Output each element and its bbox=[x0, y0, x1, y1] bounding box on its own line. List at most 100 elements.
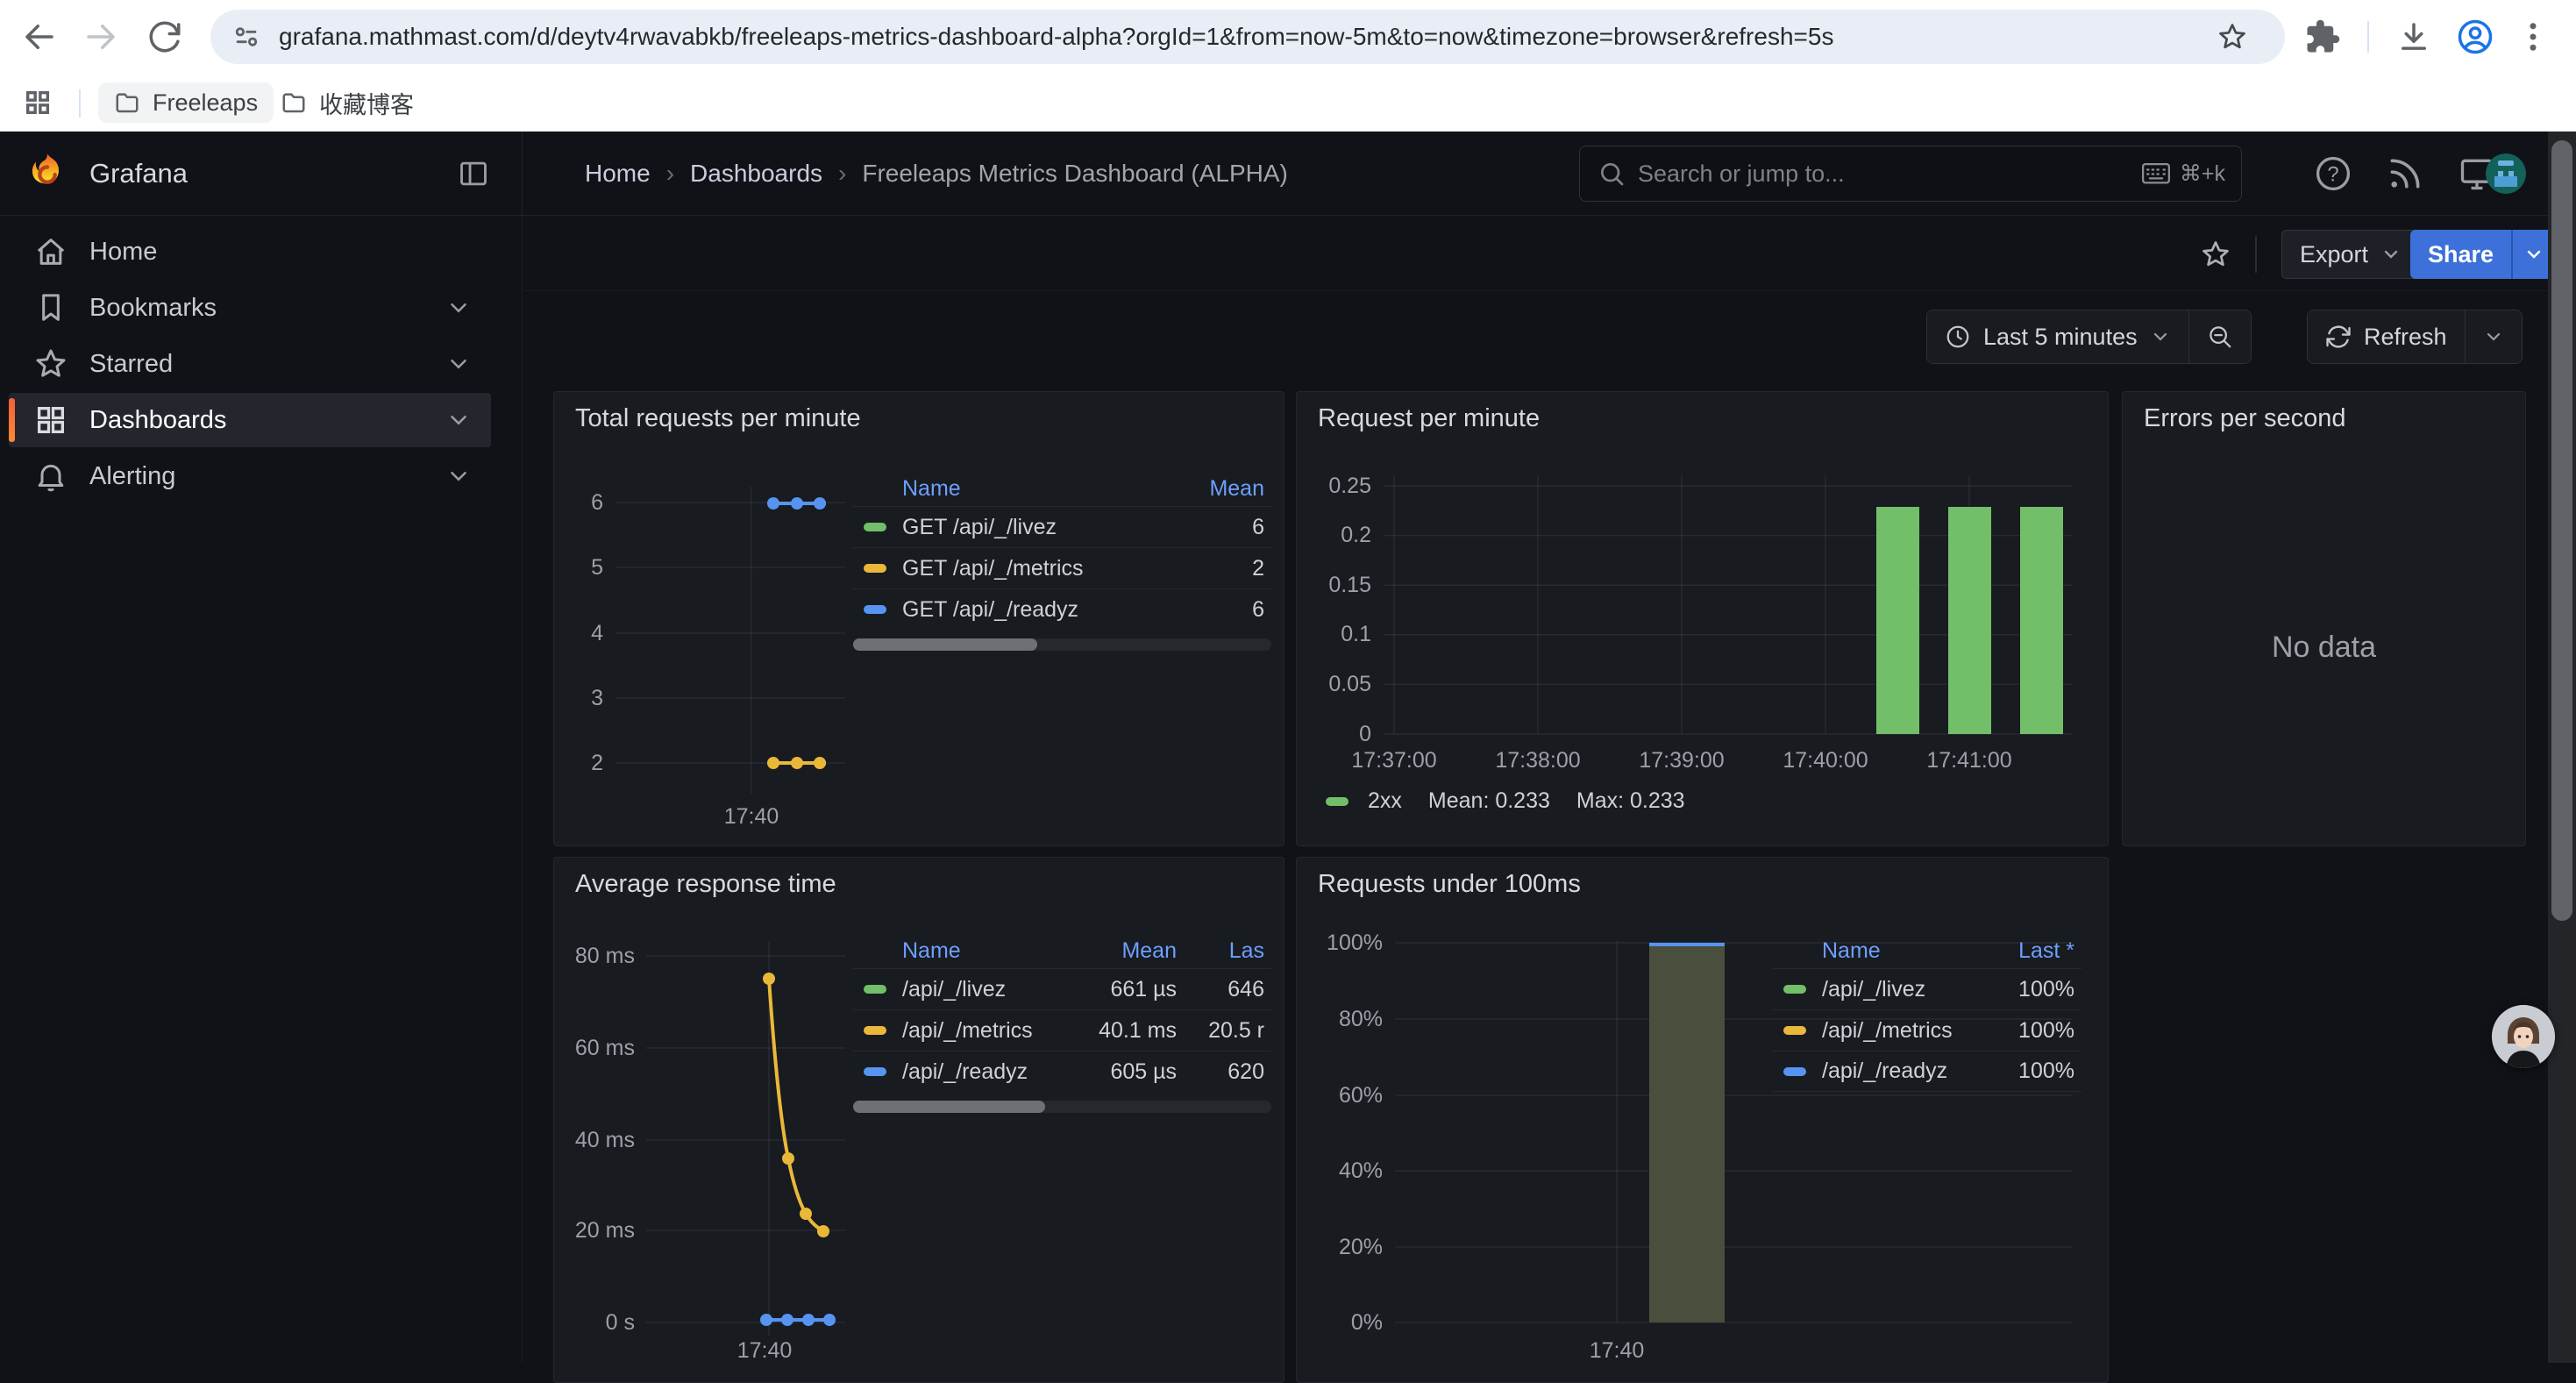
grafana-logo-icon[interactable] bbox=[25, 151, 70, 196]
y-axis-ticks: 100% 80% 60% 40% 20% 0% bbox=[1327, 930, 1383, 1335]
keyboard-icon bbox=[2141, 162, 2171, 185]
bookmarks-bar: Freeleaps 收藏博客 bbox=[0, 74, 2576, 132]
chevron-down-icon bbox=[2380, 244, 2402, 265]
legend-row[interactable]: GET /api/_/readyz 6 bbox=[853, 588, 1271, 630]
sidebar-item-bookmarks[interactable]: Bookmarks bbox=[9, 281, 491, 335]
series-readyz-points bbox=[767, 497, 826, 510]
sidebar-item-alerting[interactable]: Alerting bbox=[9, 449, 491, 503]
legend-scrollbar[interactable] bbox=[853, 638, 1271, 651]
refresh-interval-button[interactable] bbox=[2465, 310, 2522, 363]
chevron-down-icon[interactable] bbox=[445, 463, 472, 489]
assistant-avatar[interactable] bbox=[2492, 1005, 2555, 1068]
bookmark-folder-blogs[interactable]: 收藏博客 bbox=[265, 82, 430, 123]
svg-text:0: 0 bbox=[1359, 722, 1371, 746]
extensions-icon[interactable] bbox=[2304, 18, 2341, 55]
back-icon[interactable] bbox=[21, 18, 58, 55]
help-icon[interactable]: ? bbox=[2314, 154, 2352, 193]
legend-col-name[interactable]: Name bbox=[1773, 938, 1976, 964]
legend-col-name[interactable]: Name bbox=[853, 476, 1166, 502]
menu-kebab-icon[interactable] bbox=[2515, 18, 2551, 55]
panel-request-per-minute[interactable]: Request per minute 0.25 0.2 0.15 0.1 0.0… bbox=[1296, 391, 2109, 846]
legend-row[interactable]: /api/_/metrics 100% bbox=[1773, 1009, 2081, 1051]
search-input[interactable]: Search or jump to... ⌘+k bbox=[1579, 146, 2242, 202]
legend-row[interactable]: /api/_/livez 661 µs 646 bbox=[853, 968, 1271, 1009]
legend-col-last[interactable]: Las bbox=[1184, 938, 1271, 964]
svg-text:80%: 80% bbox=[1339, 1007, 1383, 1031]
chevron-down-icon[interactable] bbox=[445, 407, 472, 433]
panel-requests-under-100ms[interactable]: Requests under 100ms 100% 80% 60% 40% 20… bbox=[1296, 857, 2109, 1383]
downloads-icon[interactable] bbox=[2395, 18, 2432, 55]
series-swatch bbox=[1783, 985, 1806, 994]
svg-text:60%: 60% bbox=[1339, 1083, 1383, 1108]
time-picker-group: Last 5 minutes bbox=[1926, 310, 2252, 364]
svg-text:0 s: 0 s bbox=[606, 1310, 635, 1335]
breadcrumb-home[interactable]: Home bbox=[585, 160, 651, 188]
bookmark-label: Freeleaps bbox=[153, 89, 258, 117]
svg-text:40%: 40% bbox=[1339, 1158, 1383, 1183]
sidebar-item-starred[interactable]: Starred bbox=[9, 337, 491, 391]
legend-row[interactable]: /api/_/metrics 40.1 ms 20.5 r bbox=[853, 1009, 1271, 1051]
user-avatar[interactable] bbox=[2486, 153, 2526, 194]
svg-text:0.15: 0.15 bbox=[1328, 573, 1371, 597]
address-bar[interactable]: grafana.mathmast.com/d/deytv4rwavabkb/fr… bbox=[210, 10, 2285, 64]
legend-col-mean[interactable]: Mean bbox=[1166, 476, 1271, 502]
refresh-button[interactable]: Refresh bbox=[2308, 310, 2465, 363]
time-range-picker[interactable]: Last 5 minutes bbox=[1927, 310, 2188, 363]
svg-text:60 ms: 60 ms bbox=[575, 1036, 635, 1060]
share-button[interactable]: Share bbox=[2410, 230, 2511, 279]
legend-max: Max: 0.233 bbox=[1576, 788, 1685, 814]
bars-2xx bbox=[1876, 507, 2063, 734]
svg-text:40 ms: 40 ms bbox=[575, 1128, 635, 1152]
legend-header: Name Mean bbox=[853, 471, 1271, 506]
panel-errors-per-second[interactable]: Errors per second No data bbox=[2122, 391, 2526, 846]
scrollbar-thumb[interactable] bbox=[2551, 140, 2572, 921]
legend-row-2xx[interactable]: 2xx Mean: 0.233 Max: 0.233 bbox=[1326, 788, 2080, 814]
svg-text:5: 5 bbox=[591, 555, 603, 580]
bar-100pct bbox=[1649, 946, 1725, 1322]
news-rss-icon[interactable] bbox=[2386, 154, 2424, 193]
legend-row[interactable]: /api/_/readyz 100% bbox=[1773, 1051, 2081, 1092]
profile-icon[interactable] bbox=[2457, 18, 2494, 55]
legend-row[interactable]: GET /api/_/metrics 2 bbox=[853, 547, 1271, 588]
svg-text:20 ms: 20 ms bbox=[575, 1218, 635, 1243]
chevron-down-icon[interactable] bbox=[445, 351, 472, 377]
breadcrumb: Home › Dashboards › Freeleaps Metrics Da… bbox=[585, 160, 1288, 188]
chevron-down-icon bbox=[2483, 326, 2504, 347]
legend-col-mean[interactable]: Mean bbox=[1052, 938, 1184, 964]
clock-icon bbox=[1945, 324, 1971, 350]
legend-scrollbar[interactable] bbox=[853, 1101, 1271, 1113]
dashboards-grid-icon bbox=[33, 403, 68, 438]
x-axis-tick: 17:40 bbox=[737, 1338, 793, 1363]
panel-average-response-time[interactable]: Average response time 80 ms 60 ms 40 ms … bbox=[553, 857, 1284, 1383]
page-scrollbar[interactable] bbox=[2548, 132, 2576, 1363]
search-icon bbox=[1598, 160, 1626, 188]
favorite-star-icon[interactable] bbox=[2200, 239, 2231, 270]
forward-icon[interactable] bbox=[82, 18, 119, 55]
zoom-out-button[interactable] bbox=[2188, 310, 2251, 363]
sidebar-item-dashboards[interactable]: Dashboards bbox=[9, 393, 491, 447]
dashboard-controls-row: Export Share bbox=[523, 217, 2576, 291]
apps-grid-icon[interactable] bbox=[23, 88, 53, 118]
svg-text:17:41:00: 17:41:00 bbox=[1926, 748, 2011, 773]
legend-row[interactable]: /api/_/readyz 605 µs 620 bbox=[853, 1051, 1271, 1092]
sidebar-item-home[interactable]: Home bbox=[9, 225, 491, 279]
bookmark-star-icon[interactable] bbox=[2217, 21, 2248, 53]
reload-icon[interactable] bbox=[146, 18, 183, 55]
legend-col-name[interactable]: Name bbox=[853, 938, 1052, 964]
panel-total-requests-per-minute[interactable]: Total requests per minute 6 5 4 3 2 17:4… bbox=[553, 391, 1284, 846]
chevron-down-icon[interactable] bbox=[445, 295, 472, 321]
legend-row[interactable]: /api/_/livez 100% bbox=[1773, 968, 2081, 1009]
legend-series-name[interactable]: 2xx bbox=[1368, 788, 1402, 814]
dock-sidebar-icon[interactable] bbox=[457, 157, 490, 190]
breadcrumb-dashboards[interactable]: Dashboards bbox=[690, 160, 822, 188]
legend-table: Name Mean Las /api/_/livez 661 µs 646 /a… bbox=[853, 933, 1271, 1113]
bookmark-folder-freeleaps[interactable]: Freeleaps bbox=[98, 82, 274, 123]
time-controls-row: Last 5 minutes Refresh bbox=[523, 292, 2576, 379]
export-button[interactable]: Export bbox=[2281, 230, 2420, 279]
svg-text:0%: 0% bbox=[1351, 1310, 1383, 1335]
svg-text:4: 4 bbox=[591, 621, 603, 645]
legend-row[interactable]: GET /api/_/livez 6 bbox=[853, 506, 1271, 547]
series-swatch bbox=[1326, 797, 1348, 806]
site-settings-icon[interactable] bbox=[231, 22, 261, 52]
legend-col-last[interactable]: Last * bbox=[1976, 938, 2081, 964]
